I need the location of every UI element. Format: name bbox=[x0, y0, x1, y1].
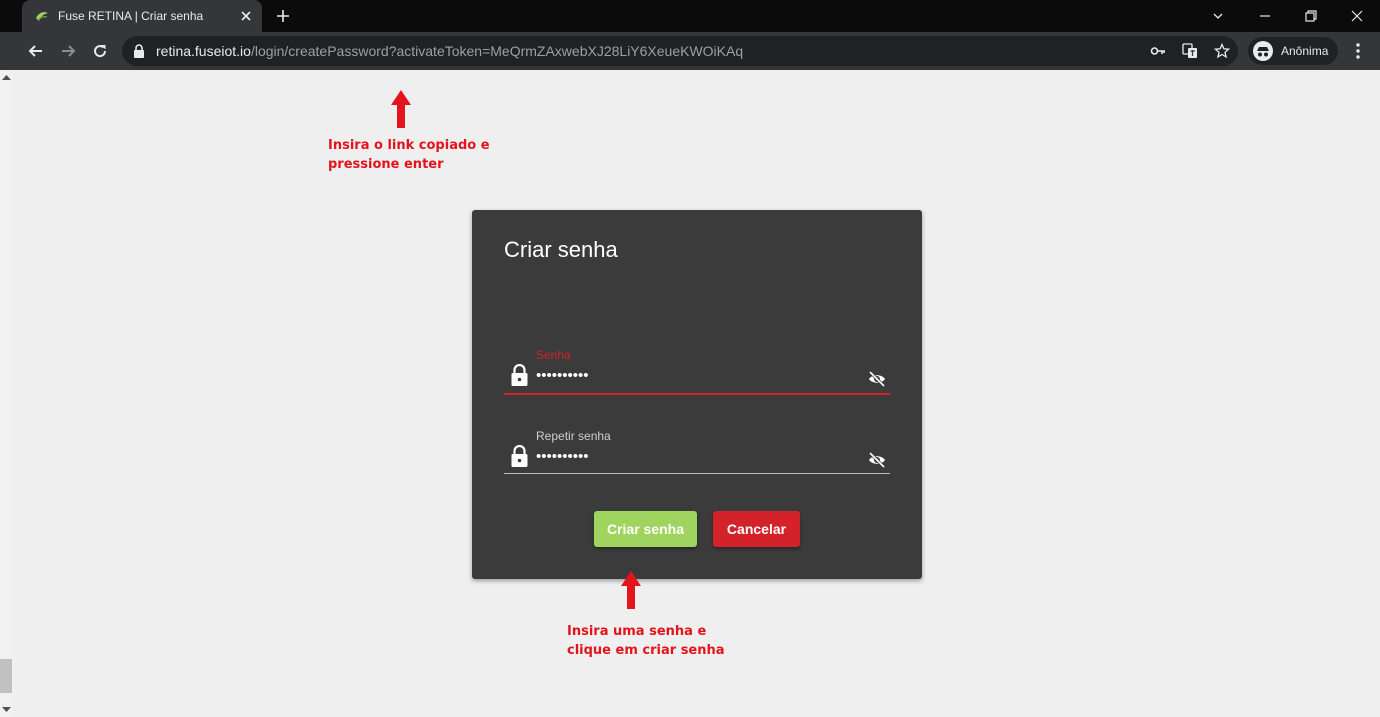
password-input[interactable]: •••••••••• bbox=[536, 367, 589, 384]
eye-off-icon[interactable] bbox=[868, 452, 886, 468]
reload-icon[interactable] bbox=[90, 41, 110, 61]
forward-icon[interactable] bbox=[58, 41, 78, 61]
close-tab-icon[interactable] bbox=[238, 8, 254, 24]
url-text: retina.fuseiot.io/login/createPassword?a… bbox=[156, 43, 743, 59]
annotation-line: pressione enter bbox=[328, 157, 444, 172]
page-scrollbar[interactable] bbox=[0, 70, 13, 717]
repeat-password-field[interactable]: Repetir senha •••••••••• bbox=[504, 429, 890, 475]
address-bar[interactable]: retina.fuseiot.io/login/createPassword?a… bbox=[122, 36, 1238, 66]
star-icon[interactable] bbox=[1214, 43, 1230, 59]
scroll-thumb[interactable] bbox=[0, 659, 12, 693]
restore-icon[interactable] bbox=[1301, 6, 1321, 26]
lock-icon bbox=[511, 364, 528, 386]
profile-label: Anônima bbox=[1281, 44, 1329, 58]
fuse-favicon-icon bbox=[36, 12, 48, 21]
repeat-password-label: Repetir senha bbox=[536, 429, 611, 443]
profile-button[interactable]: Anônima bbox=[1248, 37, 1338, 65]
create-password-card: Criar senha Senha •••••••••• Repetir sen… bbox=[472, 210, 922, 579]
lock-icon bbox=[511, 445, 528, 467]
repeat-password-input[interactable]: •••••••••• bbox=[536, 448, 589, 465]
scroll-up-icon[interactable] bbox=[2, 74, 11, 80]
close-window-icon[interactable] bbox=[1347, 6, 1367, 26]
annotation-line: clique em criar senha bbox=[567, 643, 725, 658]
card-title: Criar senha bbox=[504, 237, 618, 262]
password-field[interactable]: Senha •••••••••• bbox=[504, 348, 890, 396]
key-icon[interactable] bbox=[1150, 43, 1166, 59]
annotation-line: Insira uma senha e bbox=[567, 624, 707, 639]
annotation-arrow-up-icon bbox=[391, 90, 411, 128]
repeat-password-underline bbox=[504, 473, 890, 474]
eye-off-icon[interactable] bbox=[868, 371, 886, 387]
translate-icon[interactable] bbox=[1182, 43, 1198, 59]
back-icon[interactable] bbox=[26, 41, 46, 61]
browser-tab[interactable]: Fuse RETINA | Criar senha bbox=[22, 0, 262, 32]
scroll-down-icon[interactable] bbox=[2, 707, 11, 713]
password-underline bbox=[504, 393, 890, 395]
cancel-button[interactable]: Cancelar bbox=[713, 511, 800, 547]
menu-icon[interactable] bbox=[1350, 41, 1366, 61]
tab-search-icon[interactable] bbox=[1208, 6, 1228, 26]
password-label: Senha bbox=[536, 348, 571, 362]
annotation-arrow-up-icon bbox=[621, 571, 641, 609]
url-host: retina.fuseiot.io bbox=[156, 43, 251, 59]
new-tab-icon[interactable] bbox=[274, 7, 292, 25]
annotation-address-bar: Insira o link copiado e pressione enter bbox=[328, 136, 498, 174]
browser-toolbar: retina.fuseiot.io/login/createPassword?a… bbox=[0, 32, 1380, 70]
browser-tab-strip: Fuse RETINA | Criar senha bbox=[0, 0, 1380, 32]
tab-title: Fuse RETINA | Criar senha bbox=[58, 9, 204, 23]
minimize-icon[interactable] bbox=[1255, 6, 1275, 26]
url-path: /login/createPassword?activateToken=MeQr… bbox=[250, 43, 744, 59]
lock-icon[interactable] bbox=[133, 44, 145, 58]
annotation-create-password: Insira uma senha e clique em criar senha bbox=[567, 622, 737, 660]
incognito-icon bbox=[1253, 41, 1273, 61]
annotation-line: Insira o link copiado e bbox=[328, 138, 490, 153]
create-password-button[interactable]: Criar senha bbox=[594, 511, 697, 547]
